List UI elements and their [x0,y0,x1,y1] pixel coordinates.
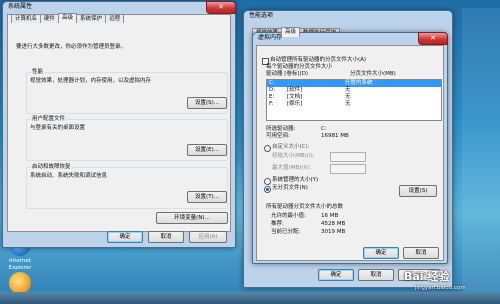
drive-label [287,80,345,87]
virtual-memory-dialog: 虚拟内存 ✕ 自动管理所有驱动器的分页文件大小(A) 每个驱动器的分页文件大小 … [252,32,448,264]
drive-letter: D: [269,87,276,93]
drive-letter: C: [269,80,275,86]
drive-row[interactable]: C: 托管的系统 [267,80,441,87]
max-size-label: 最大值(MB)(X): [272,165,312,171]
window-title: 系统属性 [8,3,33,10]
min-allowed-value: 16 MB [321,213,339,219]
performance-group: 性能 视觉效果，处理器计划，内存使用，以及虚拟内存 设置(S)... [26,69,228,114]
drive-label: [文档] [287,94,303,100]
group-title: 用户配置文件 [31,116,67,123]
recommended-label: 推荐: [271,221,284,227]
window-title: 性能选项 [249,12,274,19]
cancel-button[interactable]: 取消 [358,269,394,281]
close-icon: ✕ [218,3,224,11]
close-icon: ✕ [430,34,436,42]
column-size: 分页文件大小(MB) [350,71,396,77]
drive-size: 托管的系统 [345,80,373,86]
selected-drive-label: 所选驱动器: [266,126,296,132]
system-managed-radio[interactable] [264,178,271,185]
allocated-label: 当前已分配: [271,229,301,235]
recommended-value: 4528 MB [321,221,346,227]
cancel-button[interactable]: 取消 [148,231,184,243]
taskbar [0,292,500,304]
initial-size-label: 初始大小(MB)(I): [272,153,315,159]
drive-row[interactable]: D: [软件] 无 [267,87,441,94]
close-button[interactable]: ✕ [206,1,236,14]
user-profiles-group: 用户配置文件 与登录有关的桌面设置 设置(E)... [26,116,228,161]
tab-remote[interactable]: 远程 [105,14,125,23]
ok-button[interactable]: 确定 [363,247,399,259]
no-paging-file-radio[interactable] [264,186,271,193]
drive-size: 无 [345,87,351,93]
system-properties-window: 系统属性 ✕ 计算机名 硬件 高级 系统保护 远程 要进行大多数更改，你必须作为… [2,1,236,248]
system-managed-label: 系统管理的大小(Y) [272,177,319,183]
max-size-input[interactable] [330,164,366,174]
tab-computer-name[interactable]: 计算机名 [11,14,42,23]
performance-settings-button[interactable]: 设置(S)... [187,97,227,109]
drive-size: 无 [345,101,351,107]
tab-strip: 计算机名 硬件 高级 系统保护 远程 [11,13,125,23]
ok-button[interactable]: 确定 [318,269,354,281]
drive-list[interactable]: C: 托管的系统 D: [软件] 无 E: [文档] 无 F: [娱乐] 无 [266,79,442,121]
environment-variables-button[interactable]: 环境变量(N)... [156,212,228,224]
min-allowed-label: 允许的最小值: [271,213,306,219]
tab-system-protection[interactable]: 系统保护 [76,14,107,23]
drive-label: [娱乐] [287,101,303,107]
free-space-label: 可用空间: [266,133,290,139]
desktop-right-edge [462,8,500,292]
ok-button[interactable]: 确定 [107,231,143,243]
allocated-value: 3019 MB [321,229,346,235]
cancel-button[interactable]: 取消 [403,247,439,259]
set-button[interactable]: 设置(S) [399,185,437,197]
no-paging-file-label: 无分页文件(N) [272,185,308,191]
dialog-body: 自动管理所有驱动器的分页文件大小(A) 每个驱动器的分页文件大小 驱动器 [卷标… [256,45,444,261]
drive-row[interactable]: E: [文档] 无 [267,94,441,101]
app-icon [9,272,31,294]
group-title: 性能 [31,69,45,76]
user-profiles-settings-button[interactable]: 设置(E)... [187,144,227,156]
custom-size-radio[interactable] [264,145,271,152]
group-title: 启动和故障恢复 [31,164,72,171]
startup-recovery-group: 启动和故障恢复 系统启动、系统失败和调试信息 设置(T)... [26,164,228,209]
close-button[interactable]: ✕ [418,32,448,45]
drive-row[interactable]: F: [娱乐] 无 [267,101,441,108]
selected-drive-value: C: [321,126,327,132]
group-description: 视觉效果，处理器计划，内存使用，以及虚拟内存 [30,78,152,84]
column-drive: 驱动器 [卷标](D) [266,71,309,77]
tab-hardware[interactable]: 硬件 [40,14,60,23]
tab-advanced[interactable]: 高级 [281,27,301,37]
free-space-value: 16981 MB [321,133,349,139]
watermark-brand: Bai 经验 [404,270,450,283]
auto-manage-label: 自动管理所有驱动器的分页文件大小(A) [270,57,367,63]
initial-size-input[interactable] [330,152,366,162]
group-description: 系统启动、系统失败和调试信息 [30,173,108,179]
tab-advanced[interactable]: 高级 [58,13,78,23]
group-description: 与登录有关的桌面设置 [30,125,86,131]
drive-letter: E: [269,94,275,100]
drive-label: [软件] [287,87,303,93]
totals-title: 所有驱动器分页文件大小的总数 [266,204,344,210]
desktop-icon-label: Internet Explorer [8,258,32,271]
tab-panel: 计算机名 硬件 高级 系统保护 远程 要进行大多数更改，你必须作为管理员登录。 … [7,13,231,232]
watermark-url: jingyan.baidu.com [415,285,466,291]
drive-letter: F: [269,101,274,107]
admin-note: 要进行大多数更改，你必须作为管理员登录。 [16,44,127,50]
apply-button[interactable]: 应用(A) [189,231,227,243]
per-drive-label: 每个驱动器的分页文件大小 [266,64,333,70]
drive-size: 无 [345,94,351,100]
startup-settings-button[interactable]: 设置(T)... [187,191,227,203]
custom-size-label: 自定义大小(C): [272,144,310,150]
